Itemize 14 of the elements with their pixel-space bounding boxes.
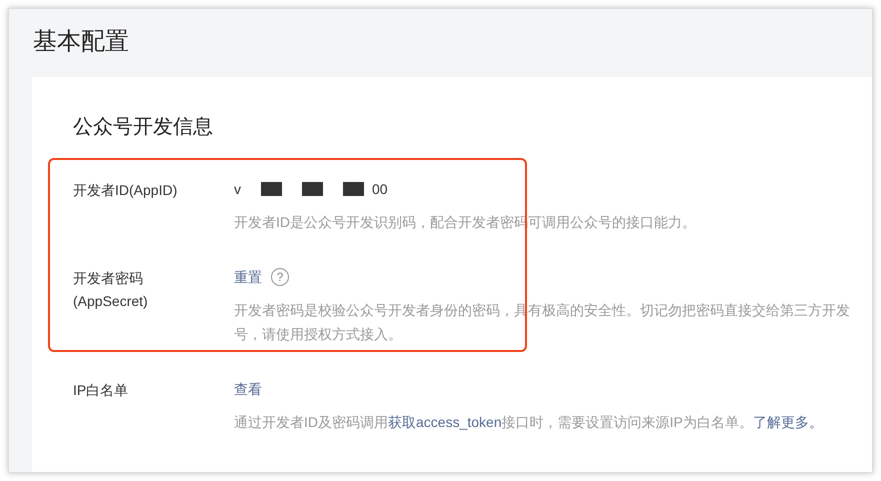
link[interactable]: 获取access_token [388, 414, 502, 430]
description-text: 通过开发者ID及密码调用获取access_token接口时，需要设置访问来源IP为白名单。了解更多。 [234, 413, 823, 432]
help-icon[interactable]: ? [271, 268, 289, 286]
field-label: 开发者密码 (AppSecret) [73, 269, 149, 311]
link[interactable]: 了解更多。 [752, 414, 823, 430]
section-title: 公众号开发信息 [73, 115, 214, 140]
app-id-value: 00 [372, 180, 388, 199]
action-link[interactable]: 重置 [234, 265, 262, 289]
field-label: 开发者ID(AppID) [73, 181, 178, 200]
description-text: 号，请使用授权方式接入。 [234, 325, 403, 344]
page-title: 基本配置 [32, 27, 130, 57]
app-id-value: v [234, 180, 241, 199]
field-label: IP白名单 [73, 381, 130, 400]
action-link[interactable]: 查看 [234, 377, 262, 401]
